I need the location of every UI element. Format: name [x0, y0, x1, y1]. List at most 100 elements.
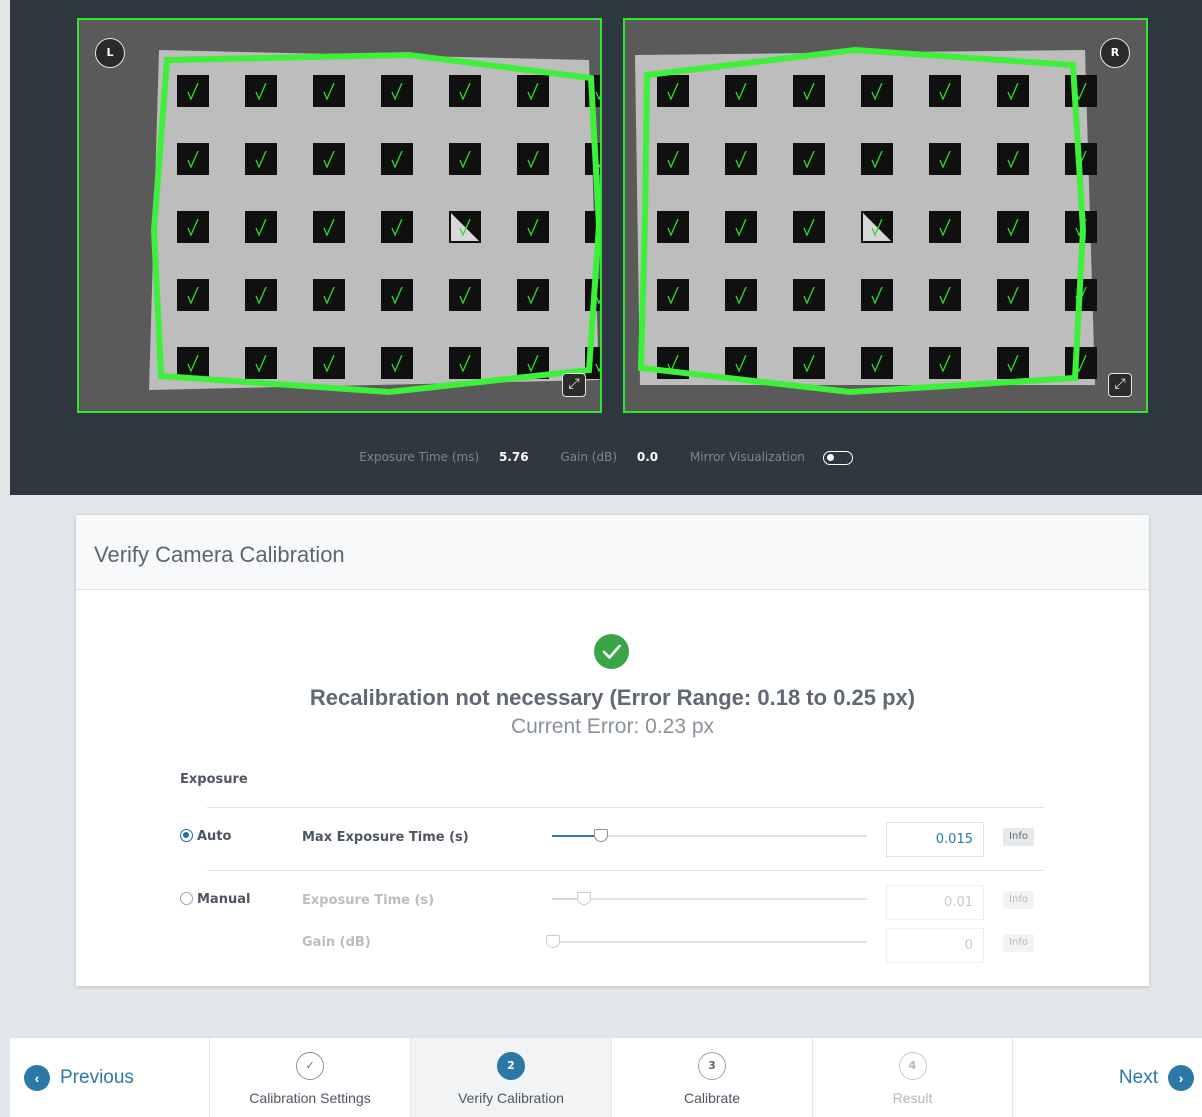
target-square — [861, 143, 893, 175]
step-result: 4 Result — [812, 1038, 1013, 1117]
target-square — [929, 75, 961, 107]
target-square — [177, 211, 209, 243]
target-square — [449, 143, 481, 175]
left-camera-badge: L — [95, 38, 125, 68]
target-square — [997, 75, 1029, 107]
gain-input[interactable]: 0 — [886, 928, 984, 963]
target-square — [313, 75, 345, 107]
target-square — [245, 211, 277, 243]
target-square — [725, 347, 757, 379]
step-label: Result — [892, 1090, 933, 1106]
left-camera-image[interactable]: L ⤢ — [77, 18, 602, 413]
target-square — [381, 143, 413, 175]
manual-radio-label: Manual — [197, 892, 251, 907]
slider-thumb[interactable] — [546, 935, 560, 948]
exposure-time-slider[interactable] — [552, 892, 867, 905]
slider-thumb[interactable] — [594, 829, 608, 842]
target-square — [725, 279, 757, 311]
target-square — [1065, 75, 1097, 107]
camera-status-bar: Exposure Time (ms) 5.76 Gain (dB) 0.0 Mi… — [10, 450, 1202, 465]
gain-field-label: Gain (dB) — [302, 935, 371, 950]
step-label: Calibrate — [683, 1090, 741, 1106]
max-exposure-info-button[interactable]: Info — [1003, 828, 1034, 846]
right-camera-badge: R — [1100, 38, 1130, 68]
verify-calibration-card: Verify Camera Calibration Recalibration … — [76, 515, 1149, 986]
target-square — [997, 347, 1029, 379]
target-square — [177, 347, 209, 379]
step-verify-calibration[interactable]: 2 Verify Calibration — [410, 1038, 611, 1117]
target-square — [997, 211, 1029, 243]
exposure-time-info-button[interactable]: Info — [1003, 891, 1034, 909]
target-square — [725, 75, 757, 107]
target-square — [245, 279, 277, 311]
expand-icon[interactable]: ⤢ — [562, 373, 586, 397]
manual-radio[interactable]: Manual — [180, 892, 250, 907]
radio-selected-icon[interactable] — [180, 829, 193, 842]
target-square — [997, 143, 1029, 175]
target-square — [657, 143, 689, 175]
target-square — [517, 143, 549, 175]
max-exposure-slider[interactable] — [552, 829, 867, 842]
gain-slider[interactable] — [546, 935, 867, 948]
target-square — [381, 279, 413, 311]
target-square — [929, 211, 961, 243]
target-square — [517, 211, 549, 243]
step-calibrate[interactable]: 3 Calibrate — [611, 1038, 812, 1117]
radio-unselected-icon[interactable] — [180, 892, 193, 905]
step-number: 4 — [898, 1052, 927, 1080]
expand-icon[interactable]: ⤢ — [1108, 373, 1132, 397]
right-camera-image[interactable]: R ⤢ — [623, 18, 1148, 413]
max-exposure-label: Max Exposure Time (s) — [302, 830, 469, 845]
target-square — [793, 143, 825, 175]
target-square — [657, 211, 689, 243]
current-error: Current Error: 0.23 px — [510, 715, 715, 738]
target-square — [245, 143, 277, 175]
target-square — [657, 75, 689, 107]
target-square — [245, 75, 277, 107]
mirror-visualization-label: Mirror Visualization — [689, 450, 805, 464]
previous-label: Previous — [60, 1067, 134, 1088]
target-square — [177, 75, 209, 107]
target-square — [313, 211, 345, 243]
result-message: Recalibration not necessary (Error Range… — [309, 685, 916, 710]
chevron-left-icon: ‹ — [24, 1065, 50, 1091]
divider — [207, 870, 1044, 871]
target-square — [449, 75, 481, 107]
previous-button[interactable]: ‹ Previous — [24, 1038, 134, 1117]
wizard-navigation: ‹ Previous ✓ Calibration Settings 2 Veri… — [10, 1037, 1202, 1117]
exposure-time-input[interactable]: 0.01 — [886, 885, 984, 920]
success-check-icon — [594, 634, 629, 669]
target-square — [313, 347, 345, 379]
target-square — [1065, 347, 1097, 379]
target-square — [929, 347, 961, 379]
step-calibration-settings[interactable]: ✓ Calibration Settings — [209, 1038, 410, 1117]
gain-value: 0.0 — [636, 450, 659, 464]
target-square — [725, 143, 757, 175]
step-label: Verify Calibration — [458, 1090, 564, 1106]
target-square — [177, 143, 209, 175]
divider — [207, 807, 1044, 808]
mirror-visualization-toggle[interactable] — [822, 450, 853, 465]
next-button[interactable]: Next › — [1119, 1038, 1194, 1117]
target-square — [381, 347, 413, 379]
step-label: Calibration Settings — [249, 1090, 371, 1106]
target-square — [381, 75, 413, 107]
target-square — [517, 279, 549, 311]
slider-thumb[interactable] — [577, 892, 591, 905]
exposure-time-field-label: Exposure Time (s) — [302, 893, 435, 908]
max-exposure-input[interactable]: 0.015 — [886, 822, 984, 857]
exposure-time-label: Exposure Time (ms) — [359, 450, 480, 464]
step-number: 3 — [698, 1052, 726, 1080]
target-square — [313, 143, 345, 175]
auto-radio[interactable]: Auto — [180, 829, 231, 844]
gain-info-button[interactable]: Info — [1003, 934, 1034, 952]
card-title: Verify Camera Calibration — [94, 542, 345, 567]
chevron-right-icon: › — [1168, 1065, 1194, 1091]
target-square — [997, 279, 1029, 311]
gain-label: Gain (dB) — [560, 450, 618, 464]
target-square — [793, 279, 825, 311]
camera-view-panel: L ⤢ R ⤢ Exposure Time (ms) 5.76 Gain (dB… — [10, 0, 1202, 495]
next-label: Next — [1118, 1067, 1158, 1088]
target-square — [929, 279, 961, 311]
target-square — [793, 75, 825, 107]
